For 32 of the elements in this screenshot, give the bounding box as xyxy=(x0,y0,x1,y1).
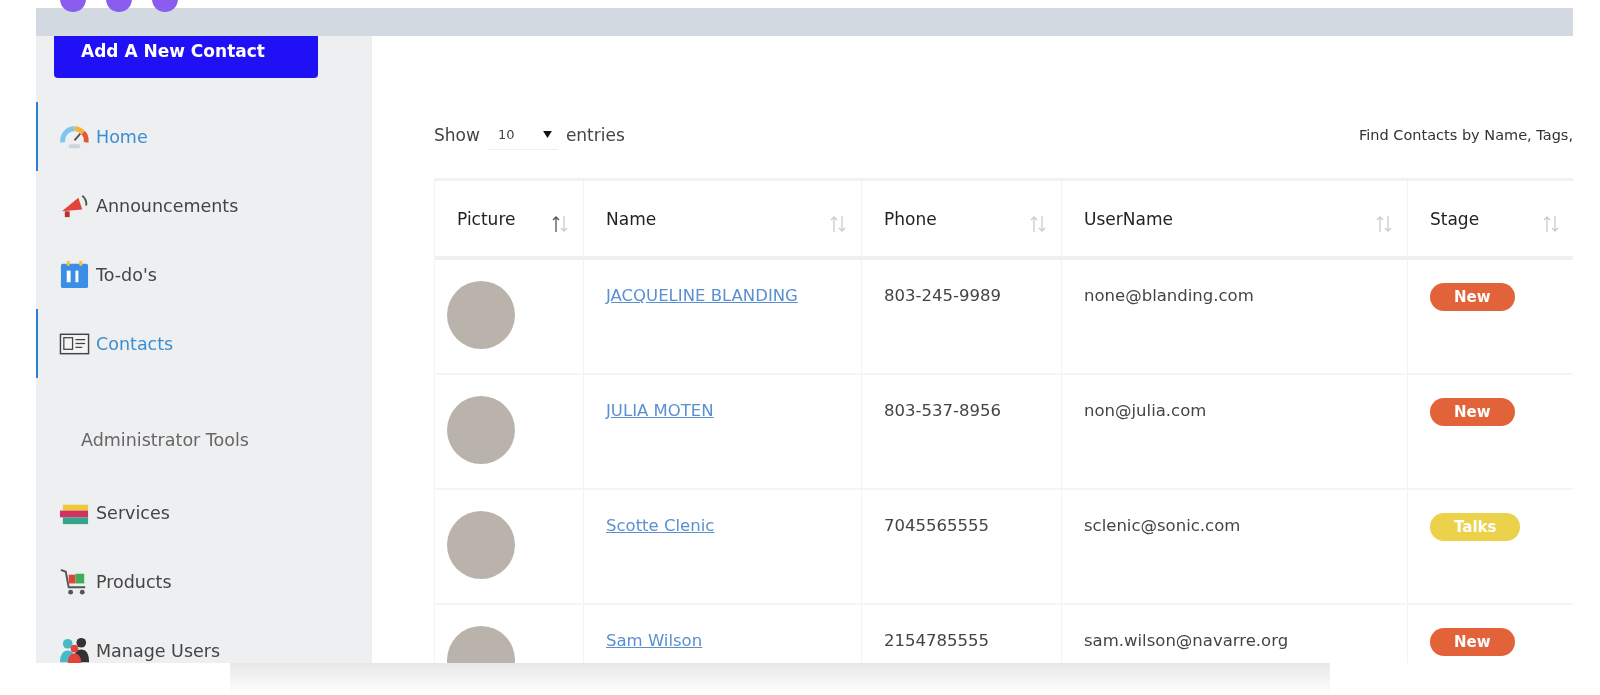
username-text: non@julia.com xyxy=(1084,401,1207,420)
column-header[interactable]: Stage xyxy=(1407,181,1573,256)
calendar-icon xyxy=(59,259,90,290)
nav-item[interactable]: Services xyxy=(36,478,372,547)
entries-select[interactable]: 10 xyxy=(487,120,558,150)
username-text: none@blanding.com xyxy=(1084,286,1254,305)
phone-text: 803-537-8956 xyxy=(884,401,1001,420)
nav-item[interactable]: Manage Users xyxy=(36,616,372,663)
username-text: sclenic@sonic.com xyxy=(1084,516,1241,535)
column-header[interactable]: Picture xyxy=(434,181,583,256)
phone-text: 803-245-9989 xyxy=(884,286,1001,305)
search-label: Find Contacts by Name, Tags, xyxy=(1359,127,1573,143)
column-header[interactable]: Phone xyxy=(861,181,1061,256)
entries-label: entries xyxy=(565,125,625,145)
sort-icon[interactable] xyxy=(551,214,569,233)
phone-text: 2154785555 xyxy=(884,631,989,650)
add-contact-button[interactable]: Add A New Contact xyxy=(54,36,318,78)
show-label: Show xyxy=(434,125,480,145)
column-header[interactable]: UserName xyxy=(1061,181,1407,256)
username-text: sam.wilson@navarre.org xyxy=(1084,631,1289,650)
caret-icon xyxy=(542,131,552,138)
stage-tag: New xyxy=(1430,628,1515,656)
stage-tag: New xyxy=(1430,283,1515,311)
stage-tag: New xyxy=(1430,398,1515,426)
nav-item[interactable]: Administrator Tools xyxy=(36,378,372,478)
phone-text: 7045565555 xyxy=(884,516,989,535)
stage-tag: Talks xyxy=(1430,513,1521,541)
nav-item[interactable]: Announcements xyxy=(36,171,372,240)
nav-item[interactable]: To-do's xyxy=(36,240,372,309)
nav-item[interactable]: Products xyxy=(36,547,372,616)
column-header[interactable]: Name xyxy=(583,181,861,256)
users-icon xyxy=(59,635,90,663)
